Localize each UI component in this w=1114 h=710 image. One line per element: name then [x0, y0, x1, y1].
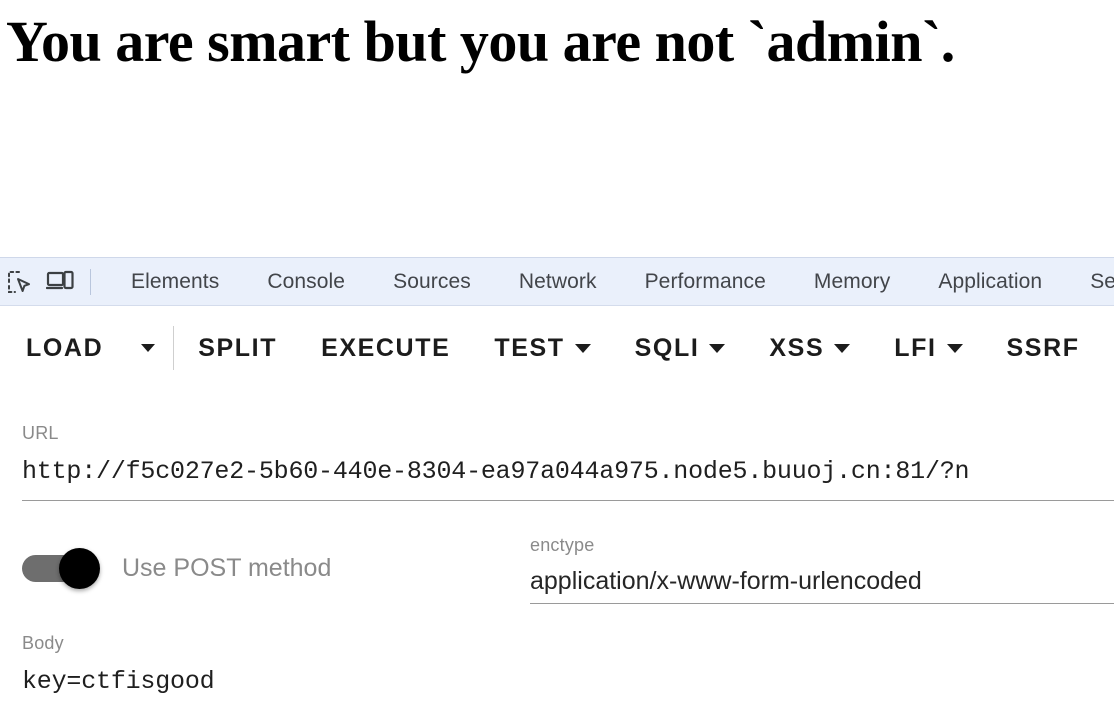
tab-performance[interactable]: Performance — [621, 270, 790, 294]
tab-security[interactable]: Sec — [1066, 270, 1114, 294]
enctype-label: enctype — [530, 535, 595, 555]
inspect-element-icon[interactable] — [0, 262, 40, 302]
url-field-underline — [22, 500, 1114, 501]
tab-network[interactable]: Network — [495, 270, 621, 294]
split-button[interactable]: SPLIT — [176, 334, 299, 363]
enctype-field[interactable]: enctype application/x-www-form-urlencode… — [530, 535, 1114, 596]
rendered-page-area: You are smart but you are not `admin`. — [0, 0, 1114, 257]
lfi-menu-label: LFI — [894, 333, 937, 362]
post-method-row[interactable]: Use POST method — [22, 548, 332, 589]
test-menu-button[interactable]: TEST — [472, 334, 612, 363]
sqli-menu-button[interactable]: SQLI — [613, 334, 748, 363]
ssrf-menu-button[interactable]: SSRF — [985, 334, 1102, 363]
sqli-menu-label: SQLI — [634, 333, 700, 362]
device-toolbar-icon[interactable] — [40, 262, 80, 302]
chevron-down-icon — [574, 343, 591, 353]
chevron-down-icon — [709, 343, 726, 353]
xss-menu-label: XSS — [769, 333, 825, 362]
lfi-menu-button[interactable]: LFI — [872, 334, 984, 363]
action-divider — [173, 326, 175, 370]
chevron-down-icon — [946, 343, 963, 353]
xss-menu-button[interactable]: XSS — [747, 334, 872, 363]
tab-sources[interactable]: Sources — [369, 270, 495, 294]
url-field[interactable]: URL http://f5c027e2-5b60-440e-8304-ea97a… — [22, 423, 1114, 486]
page-heading: You are smart but you are not `admin`. — [6, 9, 955, 74]
url-input[interactable]: http://f5c027e2-5b60-440e-8304-ea97a044a… — [22, 457, 1114, 486]
load-dropdown-button[interactable] — [125, 344, 171, 352]
devtools-tab-list: Elements Console Sources Network Perform… — [107, 270, 1114, 294]
toolbar-divider — [90, 268, 91, 295]
devtools-tab-bar: Elements Console Sources Network Perform… — [0, 257, 1114, 306]
chevron-down-icon — [141, 344, 156, 352]
body-field[interactable]: Body key=ctfisgood — [22, 633, 522, 696]
request-form-panel: URL http://f5c027e2-5b60-440e-8304-ea97a… — [0, 390, 1114, 710]
enctype-field-underline — [530, 603, 1114, 604]
body-label: Body — [22, 633, 64, 653]
enctype-input[interactable]: application/x-www-form-urlencoded — [530, 567, 1114, 596]
use-post-method-toggle[interactable] — [22, 548, 100, 589]
url-label: URL — [22, 423, 59, 443]
test-menu-label: TEST — [494, 333, 565, 362]
body-input[interactable]: key=ctfisgood — [22, 667, 522, 696]
toggle-thumb — [59, 548, 100, 589]
tab-application[interactable]: Application — [914, 270, 1066, 294]
extension-action-toolbar: LOAD SPLIT EXECUTE TEST SQLI XSS LFI SSR… — [0, 306, 1114, 390]
tab-elements[interactable]: Elements — [107, 270, 243, 294]
tab-memory[interactable]: Memory — [790, 270, 914, 294]
execute-button[interactable]: EXECUTE — [299, 334, 472, 363]
use-post-method-label: Use POST method — [122, 553, 332, 582]
chevron-down-icon — [834, 343, 851, 353]
load-button[interactable]: LOAD — [0, 334, 125, 363]
tab-console[interactable]: Console — [243, 270, 369, 294]
